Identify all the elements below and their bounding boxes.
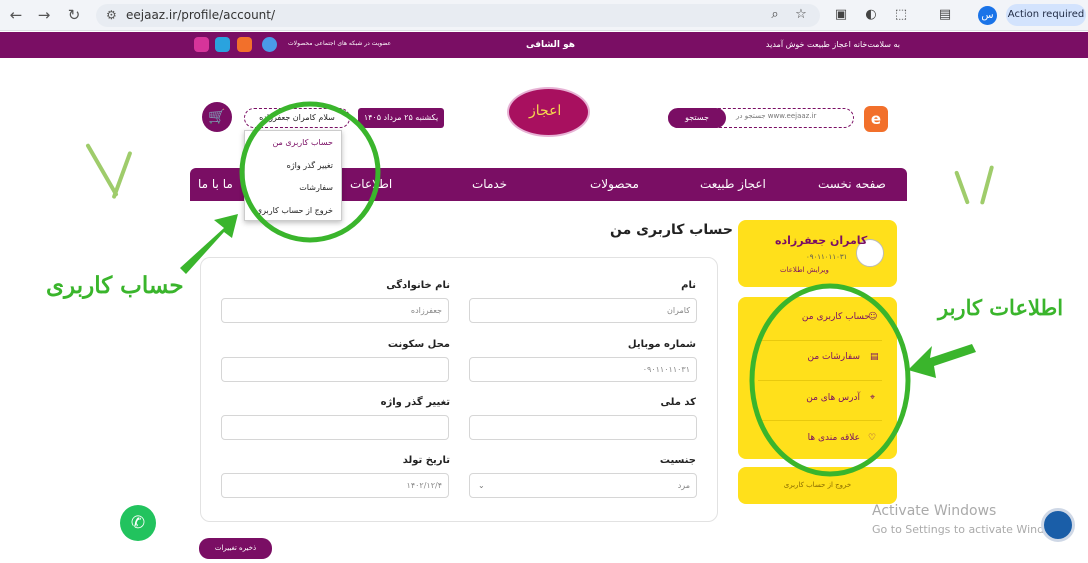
annotation-arrow-right: [908, 344, 976, 378]
annotation-overlay: [180, 101, 976, 477]
annotation-arrow-left: [180, 214, 238, 274]
annotation-circle-left: [239, 101, 381, 243]
annotation-circle-right: [749, 283, 911, 477]
